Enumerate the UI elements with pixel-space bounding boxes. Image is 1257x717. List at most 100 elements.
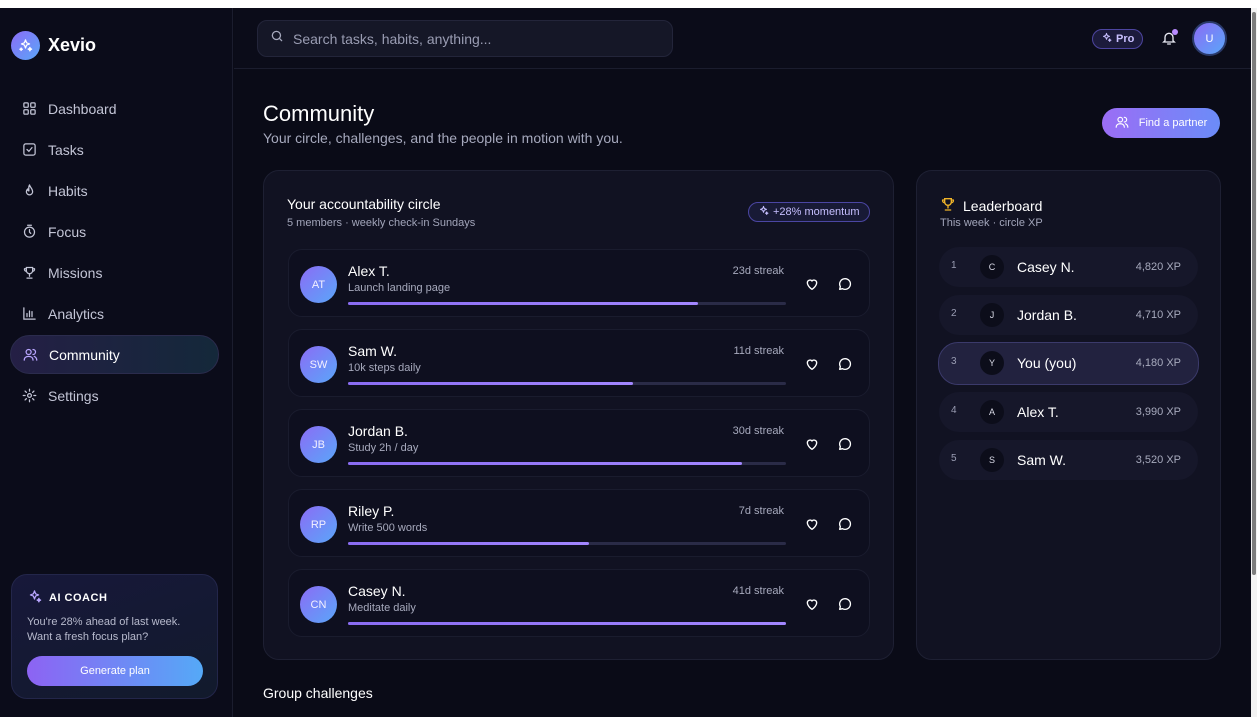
leaderboard-xp: 3,990 XP (1135, 406, 1181, 418)
tasks-icon (22, 142, 37, 157)
member-streak: 41d streak (732, 585, 784, 597)
brand[interactable]: Xevio (11, 31, 96, 60)
comment-icon[interactable] (837, 356, 853, 372)
leaderboard-rank: 1 (951, 260, 957, 271)
leaderboard-xp: 3,520 XP (1135, 454, 1181, 466)
member-progress-bar (348, 302, 786, 305)
search-box[interactable] (257, 20, 673, 57)
sidebar-item-settings[interactable]: Settings (10, 376, 219, 415)
member-streak: 11d streak (733, 345, 784, 357)
leaderboard-name: Jordan B. (1017, 307, 1077, 323)
member-progress-fill (348, 542, 589, 545)
find-partner-button[interactable]: Find a partner (1102, 108, 1220, 138)
sidebar-item-analytics[interactable]: Analytics (10, 294, 219, 333)
leaderboard-row[interactable]: 2 J Jordan B. 4,710 XP (939, 295, 1198, 335)
group-challenges-title: Group challenges (263, 685, 373, 701)
sidebar-item-label: Tasks (48, 141, 84, 158)
heart-icon[interactable] (804, 276, 820, 292)
leaderboard-rank: 3 (951, 356, 957, 367)
sidebar-item-label: Settings (48, 387, 99, 404)
leaderboard-row-current-user[interactable]: 3 Y You (you) 4,180 XP (938, 342, 1199, 385)
momentum-label: +28% momentum (773, 206, 860, 218)
member-avatar: JB (300, 426, 337, 463)
sidebar-item-label: Community (49, 346, 120, 363)
leaderboard-row[interactable]: 4 A Alex T. 3,990 XP (939, 392, 1198, 432)
leaderboard-rank: 2 (951, 308, 957, 319)
member-progress-bar (348, 542, 786, 545)
comment-icon[interactable] (837, 516, 853, 532)
sidebar-item-community[interactable]: Community (10, 335, 219, 374)
sidebar: Xevio Dashboard Tasks Habits Focus Missi… (0, 8, 233, 717)
heart-icon[interactable] (804, 596, 820, 612)
dashboard-icon (22, 101, 37, 116)
member-avatar: CN (300, 586, 337, 623)
trophy-icon (22, 265, 37, 280)
sidebar-item-focus[interactable]: Focus (10, 212, 219, 251)
user-avatar[interactable]: U (1192, 21, 1227, 56)
member-streak: 7d streak (738, 505, 784, 517)
member-row[interactable]: CN Casey N. Meditate daily 41d streak (288, 569, 870, 637)
flame-icon (22, 183, 37, 198)
member-row[interactable]: RP Riley P. Write 500 words 7d streak (288, 489, 870, 557)
heart-icon[interactable] (804, 356, 820, 372)
leaderboard-xp: 4,710 XP (1135, 309, 1181, 321)
comment-icon[interactable] (837, 436, 853, 452)
notification-dot (1172, 29, 1178, 35)
sidebar-item-missions[interactable]: Missions (10, 253, 219, 292)
sidebar-item-habits[interactable]: Habits (10, 171, 219, 210)
search-input[interactable] (293, 30, 653, 47)
users-icon (23, 347, 38, 362)
member-row[interactable]: JB Jordan B. Study 2h / day 30d streak (288, 409, 870, 477)
pro-badge[interactable]: Pro (1092, 29, 1144, 49)
heart-icon[interactable] (804, 516, 820, 532)
leaderboard-title-label: Leaderboard (963, 197, 1043, 214)
member-goal: Study 2h / day (348, 442, 419, 454)
member-avatar: RP (300, 506, 337, 543)
main-nav: Dashboard Tasks Habits Focus Missions An… (10, 89, 219, 417)
leaderboard-avatar: Y (980, 351, 1004, 375)
member-row[interactable]: AT Alex T. Launch landing page 23d strea… (288, 249, 870, 317)
sparkle-icon (27, 589, 42, 607)
ai-coach-text: You're 28% ahead of last week. Want a fr… (27, 616, 181, 643)
scrollbar-thumb[interactable] (1252, 12, 1256, 575)
member-name: Alex T. (348, 263, 390, 279)
leaderboard-card: Leaderboard This week · circle XP 1 C Ca… (916, 170, 1221, 660)
member-name: Sam W. (348, 343, 398, 359)
sidebar-item-label: Habits (48, 182, 88, 199)
notifications-bell-icon[interactable] (1161, 29, 1178, 46)
member-progress-fill (348, 382, 633, 385)
comment-icon[interactable] (837, 596, 853, 612)
member-goal: 10k steps daily (348, 362, 421, 374)
member-progress-fill (348, 302, 699, 305)
member-progress-fill (348, 622, 786, 625)
leaderboard-name: Sam W. (1017, 452, 1067, 468)
sidebar-item-label: Focus (48, 223, 87, 240)
leaderboard-name: Casey N. (1017, 259, 1075, 275)
sidebar-item-dashboard[interactable]: Dashboard (10, 89, 219, 128)
leaderboard-avatar: C (980, 255, 1004, 279)
comment-icon[interactable] (837, 276, 853, 292)
leaderboard-row[interactable]: 5 S Sam W. 3,520 XP (939, 440, 1198, 480)
leaderboard-xp: 4,820 XP (1135, 261, 1181, 273)
leaderboard-row[interactable]: 1 C Casey N. 4,820 XP (939, 247, 1198, 287)
leaderboard-avatar: A (980, 400, 1004, 424)
page-subtitle: Your circle, challenges, and the people … (263, 130, 623, 146)
member-progress-bar (348, 382, 786, 385)
leaderboard-avatar: S (980, 448, 1004, 472)
member-name: Jordan B. (348, 423, 408, 439)
leaderboard-name: Alex T. (1017, 404, 1059, 420)
generate-plan-button[interactable]: Generate plan (27, 656, 203, 686)
users-icon (1115, 115, 1129, 132)
brand-name: Xevio (48, 35, 97, 55)
heart-icon[interactable] (804, 436, 820, 452)
bar-chart-icon (22, 306, 37, 321)
momentum-badge: +28% momentum (748, 202, 870, 222)
member-row[interactable]: SW Sam W. 10k steps daily 11d streak (288, 329, 870, 397)
sidebar-item-tasks[interactable]: Tasks (10, 130, 219, 169)
sidebar-item-label: Analytics (48, 305, 105, 322)
member-avatar: AT (300, 266, 337, 303)
sparkle-icon (1101, 32, 1112, 46)
member-streak: 30d streak (732, 425, 784, 437)
member-name: Riley P. (348, 503, 395, 519)
leaderboard-xp: 4,180 XP (1135, 357, 1181, 369)
